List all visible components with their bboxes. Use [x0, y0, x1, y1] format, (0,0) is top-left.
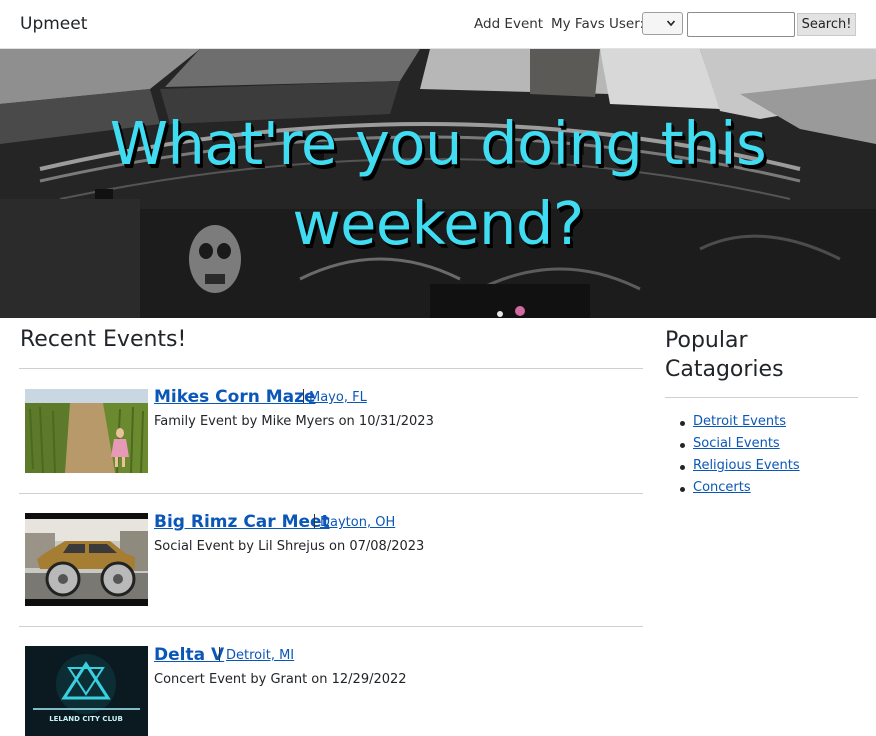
brand-link[interactable]: Upmeet: [20, 14, 87, 34]
event-item: LELAND CITY CLUB Delta V Detroit, MI Con…: [19, 645, 643, 736]
list-item: Religious Events: [680, 458, 800, 480]
category-link-detroit-events[interactable]: Detroit Events: [693, 414, 786, 429]
category-link-concerts[interactable]: Concerts: [693, 480, 751, 495]
event-item: Mikes Corn Maze Mayo, FL Family Event by…: [19, 387, 643, 477]
separator: [314, 514, 315, 528]
concert-poster: LELAND CITY CLUB: [25, 646, 148, 736]
separator: [303, 389, 304, 403]
event-description: Family Event by Mike Myers on 10/31/2023: [154, 414, 434, 429]
event-title-link[interactable]: Big Rimz Car Meet: [154, 512, 330, 532]
divider: [19, 368, 643, 369]
hero-headline-line-1: What're you doing this: [109, 109, 767, 178]
event-description: Social Event by Lil Shrejus on 07/08/202…: [154, 539, 425, 554]
corn-maze-photo: [25, 389, 148, 473]
divider: [665, 397, 858, 398]
hero-headline: What're you doing this weekend?: [0, 104, 876, 264]
hero-banner: What're you doing this weekend?: [0, 49, 876, 318]
separator: [219, 647, 220, 661]
event-location-link[interactable]: Dayton, OH: [320, 515, 395, 530]
category-list: Detroit Events Social Events Religious E…: [680, 414, 800, 502]
search-input[interactable]: [687, 12, 795, 37]
list-item: Concerts: [680, 480, 800, 502]
event-title-link[interactable]: Mikes Corn Maze: [154, 387, 316, 407]
category-link-religious-events[interactable]: Religious Events: [693, 458, 800, 473]
event-thumbnail[interactable]: LELAND CITY CLUB: [25, 646, 148, 736]
divider: [19, 626, 643, 627]
popular-categories-heading: Popular Catagories: [665, 328, 784, 382]
my-favs-link[interactable]: My Favs: [551, 16, 605, 32]
event-item: Big Rimz Car Meet Dayton, OH Social Even…: [19, 512, 643, 607]
divider: [19, 493, 643, 494]
recent-events-heading: Recent Events!: [20, 327, 187, 352]
user-label: User:: [609, 16, 645, 32]
event-location-link[interactable]: Detroit, MI: [226, 648, 294, 663]
event-thumbnail[interactable]: [25, 513, 148, 606]
event-title-link[interactable]: Delta V: [154, 645, 224, 665]
list-item: Detroit Events: [680, 414, 800, 436]
chevron-down-icon: [666, 20, 676, 27]
list-item: Social Events: [680, 436, 800, 458]
top-navbar: Upmeet Add Event My Favs User: Search!: [0, 0, 876, 49]
add-event-link[interactable]: Add Event: [474, 16, 543, 32]
hero-headline-line-2: weekend?: [292, 189, 584, 258]
category-link-social-events[interactable]: Social Events: [693, 436, 780, 451]
event-location-link[interactable]: Mayo, FL: [309, 390, 367, 405]
event-description: Concert Event by Grant on 12/29/2022: [154, 672, 407, 687]
event-thumbnail[interactable]: [25, 389, 148, 473]
car-photo: [25, 513, 148, 606]
search-button[interactable]: Search!: [797, 13, 856, 36]
poster-text: LELAND CITY CLUB: [49, 715, 123, 723]
user-select[interactable]: [642, 12, 683, 35]
